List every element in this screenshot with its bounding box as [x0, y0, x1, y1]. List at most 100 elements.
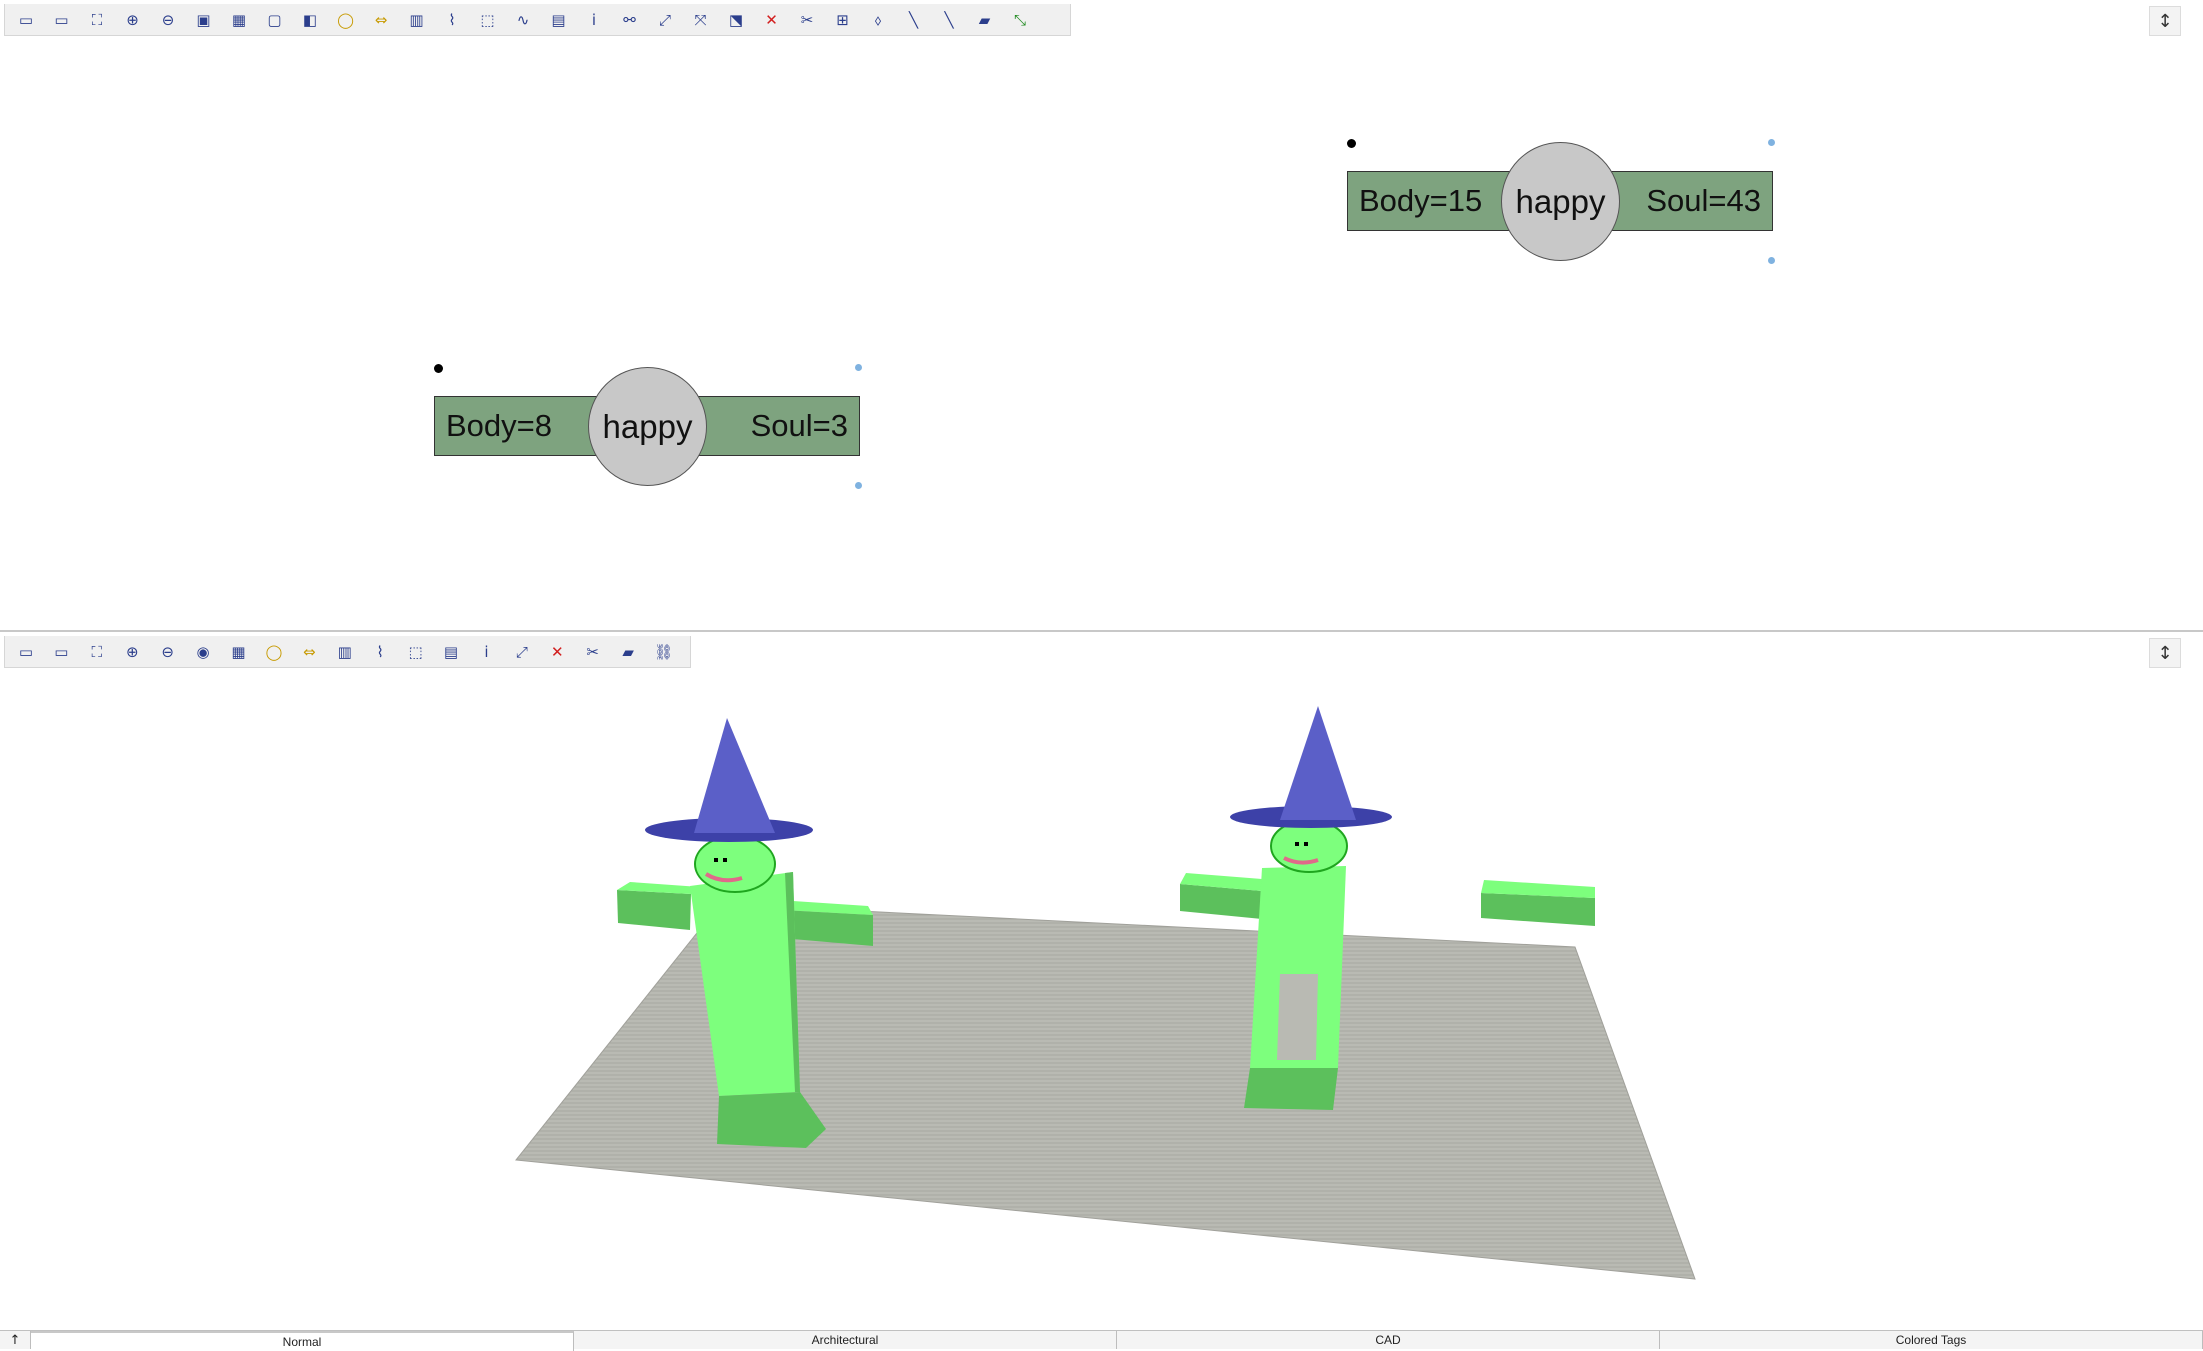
path-icon: ⌇	[448, 10, 456, 29]
grid-link-icon: ⊞	[836, 10, 849, 29]
move-icon: ⤧	[694, 10, 707, 29]
arm-left	[617, 890, 691, 930]
transform-button[interactable]: ⤢	[650, 7, 680, 33]
paint-button[interactable]: ⬨	[863, 7, 893, 33]
3d-viewport[interactable]	[0, 668, 2203, 1328]
zoom-fit-button[interactable]: ⛶	[82, 639, 112, 665]
resize-handle[interactable]	[855, 364, 862, 371]
arrows-button[interactable]: ⇔	[294, 639, 324, 665]
path-button[interactable]: ⌇	[437, 7, 467, 33]
page-icon: ▭	[18, 642, 34, 661]
zoom-out-icon: ⊖	[161, 642, 174, 661]
comment-icon: ▤	[443, 642, 459, 661]
tab-architectural[interactable]: Architectural	[574, 1331, 1117, 1349]
3d-toolbar: ▭ ▭ ⛶ ⊕ ⊖ ◉ ▦ ◯ ⇔ ▥ ⌇ ⬚ ▤ ⅰ ⤢ ✕ ✂ ▰ ⛓	[4, 636, 691, 668]
body-value-label: Body=15	[1359, 183, 1483, 218]
cut-link-button[interactable]: ✂	[792, 7, 822, 33]
zoom-out-button[interactable]: ⊖	[153, 639, 183, 665]
comment-button[interactable]: ▤	[544, 7, 574, 33]
page-multi-button[interactable]: ▭	[47, 7, 77, 33]
character-node-2[interactable]: Body=15 Soul=43 happy	[1347, 139, 1777, 267]
zoom-out-button[interactable]: ⊖	[153, 7, 183, 33]
up-arrow-icon[interactable]: ↑	[0, 1331, 31, 1349]
line2-button[interactable]: ╲	[934, 7, 964, 33]
column-button[interactable]: ▥	[330, 639, 360, 665]
select-rect-button[interactable]: ⬚	[401, 639, 431, 665]
mood-label: happy	[602, 407, 693, 445]
link-button[interactable]: ⛓	[649, 639, 679, 665]
info-icon: ⅰ	[484, 642, 489, 661]
measure-button[interactable]: ⤡	[1005, 7, 1035, 33]
resize-handle[interactable]	[855, 482, 862, 489]
line-icon: ╲	[908, 10, 919, 29]
info-button[interactable]: ⅰ	[471, 639, 501, 665]
expand-pane-button[interactable]: ↕	[2149, 6, 2181, 36]
select-rect-button[interactable]: ⬚	[473, 7, 503, 33]
ruler-icon: ▰	[978, 10, 991, 29]
freeform-icon: ∿	[516, 10, 530, 29]
arrows-button[interactable]: ⇔	[366, 7, 396, 33]
layers-button[interactable]: ◧	[295, 7, 325, 33]
page-button[interactable]: ▭	[11, 639, 41, 665]
freeform-button[interactable]: ∿	[508, 7, 538, 33]
zoom-in-button[interactable]: ⊕	[117, 639, 147, 665]
zoom-in-icon: ⊕	[125, 642, 139, 661]
camera-button[interactable]: ◉	[188, 639, 218, 665]
expand-pane-button[interactable]: ↕	[2149, 638, 2181, 668]
ruler-button[interactable]: ▰	[613, 639, 643, 665]
status-bar: ↑ Normal Architectural CAD Colored Tags	[0, 1330, 2203, 1351]
column-icon: ▥	[409, 10, 424, 29]
select-rect-icon: ⬚	[408, 642, 423, 661]
ruler-button[interactable]: ▰	[970, 7, 1000, 33]
rotate-button[interactable]: ⬔	[721, 7, 751, 33]
info-button[interactable]: ⅰ	[579, 7, 609, 33]
delete-button[interactable]: ✕	[757, 7, 787, 33]
diagram-pane[interactable]: ▭ ▭ ⛶ ⊕ ⊖ ▣ ▦ ▢ ◧ ◯ ⇔ ▥ ⌇ ⬚ ∿ ▤ ⅰ ⚯ ⤢ ⤧ ⬔ ✕ ✂ ⊞ ⬨ ╲ ╲ ▰ ⤡ ↕ Body=8 S…	[0, 0, 2203, 632]
connect-button[interactable]: ⚯	[615, 7, 645, 33]
selection-handle[interactable]	[1347, 139, 1356, 148]
image-button[interactable]: ▦	[224, 639, 254, 665]
path-button[interactable]: ⌇	[365, 639, 395, 665]
tab-normal[interactable]: Normal	[31, 1331, 574, 1351]
arrows-icon: ⇔	[303, 642, 316, 661]
line-button[interactable]: ╲	[899, 7, 929, 33]
image-button[interactable]: ▦	[224, 7, 254, 33]
column-icon: ▥	[337, 642, 352, 661]
camera-icon: ◉	[196, 642, 210, 661]
zoom-fit-icon: ⛶	[91, 642, 103, 661]
paint-icon: ⬨	[874, 10, 882, 29]
page-multi-button[interactable]: ▭	[46, 639, 76, 665]
zoom-window-icon: ▣	[196, 10, 211, 29]
3d-view-pane[interactable]: ▭ ▭ ⛶ ⊕ ⊖ ◉ ▦ ◯ ⇔ ▥ ⌇ ⬚ ▤ ⅰ ⤢ ✕ ✂ ▰ ⛓ ↕	[0, 632, 2203, 1330]
delete-icon: ✕	[765, 10, 778, 29]
tab-colored-tags[interactable]: Colored Tags	[1660, 1331, 2203, 1349]
transform-button[interactable]: ⤢	[507, 639, 537, 665]
lasso-button[interactable]: ◯	[331, 7, 361, 33]
cut-link-icon: ✂	[586, 642, 599, 661]
resize-handle[interactable]	[1768, 257, 1775, 264]
window-button[interactable]: ▢	[260, 7, 290, 33]
arm-right	[1481, 893, 1595, 926]
resize-vertical-icon: ↕	[2157, 10, 2173, 32]
move-button[interactable]: ⤧	[686, 7, 716, 33]
cut-link-button[interactable]: ✂	[578, 639, 608, 665]
zoom-in-button[interactable]: ⊕	[118, 7, 148, 33]
zoom-window-button[interactable]: ▣	[189, 7, 219, 33]
delete-button[interactable]: ✕	[542, 639, 572, 665]
selection-handle[interactable]	[434, 364, 443, 373]
character-node-1[interactable]: Body=8 Soul=3 happy	[434, 364, 864, 492]
tab-cad[interactable]: CAD	[1117, 1331, 1660, 1349]
page-button[interactable]: ▭	[11, 7, 41, 33]
comment-button[interactable]: ▤	[436, 639, 466, 665]
mood-label: happy	[1515, 182, 1606, 220]
column-button[interactable]: ▥	[402, 7, 432, 33]
zoom-in-icon: ⊕	[126, 10, 139, 29]
grid-link-button[interactable]: ⊞	[828, 7, 858, 33]
head	[694, 835, 776, 893]
zoom-fit-button[interactable]: ⛶	[82, 7, 112, 33]
measure-icon: ⤡	[1013, 10, 1026, 29]
resize-handle[interactable]	[1768, 139, 1775, 146]
floor-plane	[515, 903, 1696, 1280]
image-icon: ▦	[231, 10, 247, 29]
lasso-button[interactable]: ◯	[259, 639, 289, 665]
